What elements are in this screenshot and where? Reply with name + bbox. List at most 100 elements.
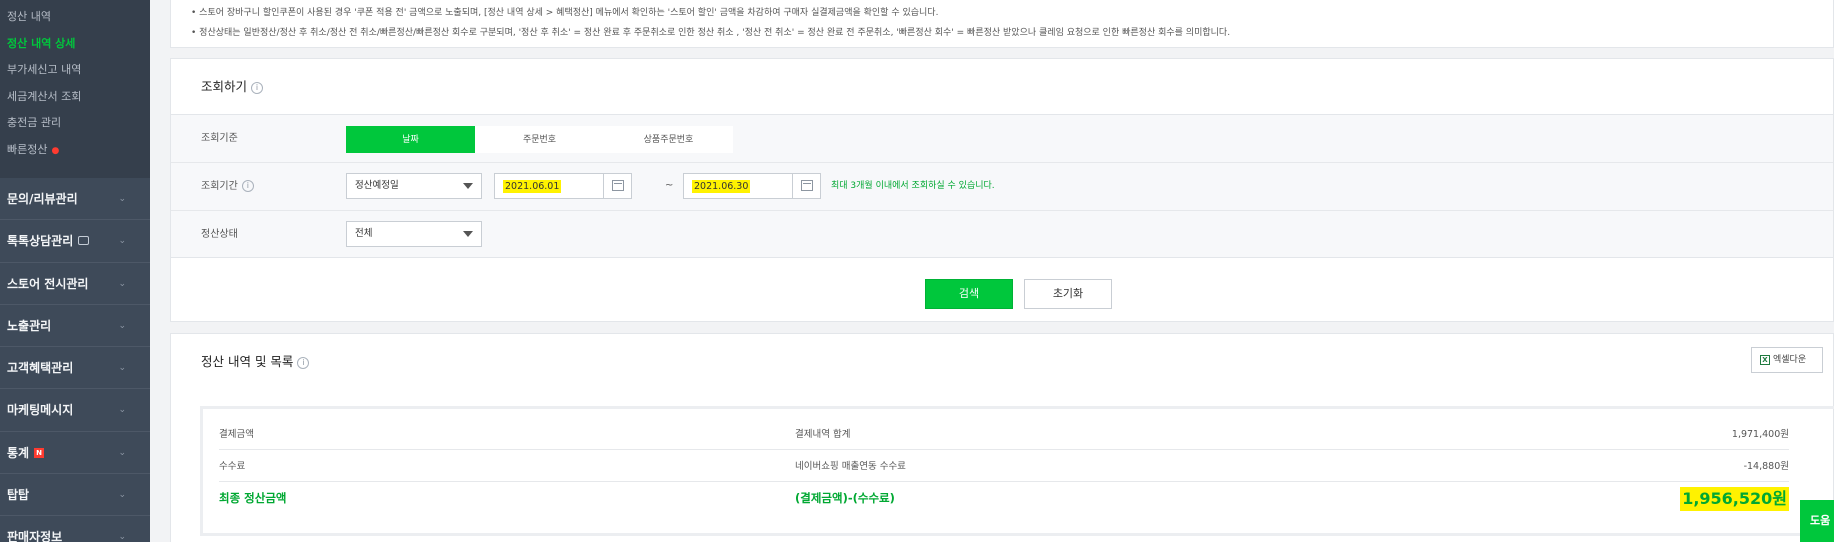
search-panel: 조회하기 i 조회기준 날짜 주문번호 상품주문번호 조회기간 i 정산예정일 20… — [170, 58, 1834, 322]
search-title-text: 조회하기 — [201, 79, 248, 94]
sidebar: 정산 내역 정산 내역 상세 부가세신고 내역 세금계산서 조회 충전금 관리 … — [0, 0, 150, 542]
notice-panel: 스토어 장바구니 할인쿠폰이 사용된 경우 '쿠폰 적용 전' 금액으로 노출되… — [170, 0, 1834, 48]
sidebar-item-label: 마케팅메시지 — [7, 403, 74, 418]
summary-row-fee: 수수료 네이버쇼핑 매출연동 수수료 -14,880원 — [219, 451, 1789, 482]
status-value: 전체 — [355, 228, 373, 239]
chat-icon — [78, 236, 90, 246]
excel-download-label: 엑셀다운 — [1773, 355, 1807, 365]
search-form: 조회기준 날짜 주문번호 상품주문번호 조회기간 i 정산예정일 2021.06.… — [171, 115, 1833, 258]
search-button[interactable]: 검색 — [925, 279, 1013, 309]
criteria-option-date[interactable]: 날짜 — [346, 126, 475, 153]
sidebar-item-exposure[interactable]: 노출관리 ⌄ — [0, 305, 150, 348]
chevron-down-icon: ⌄ — [118, 490, 126, 501]
sidebar-item-label: 톡톡상담관리 — [7, 234, 74, 249]
summary-label: 수수료 — [219, 461, 246, 472]
search-actions: 검색 초기화 — [171, 263, 1833, 323]
chevron-down-icon: ⌄ — [118, 236, 126, 247]
summary-value: 1,971,400원 — [1731, 429, 1789, 440]
sidebar-item-talktalk[interactable]: 톡톡상담관리 ⌄ — [0, 220, 150, 263]
sidebar-item-label: 스토어 전시관리 — [7, 276, 89, 291]
help-button[interactable]: 도움 — [1800, 500, 1834, 542]
chevron-down-icon: ⌄ — [118, 320, 126, 331]
sidebar-item-customer-benefit[interactable]: 고객혜택관리 ⌄ — [0, 347, 150, 390]
summary-desc: 결제내역 합계 — [795, 429, 851, 440]
excel-download-button[interactable]: X 엑셀다운 — [1751, 347, 1823, 373]
sidebar-subitem-label: 세금계산서 조회 — [7, 89, 82, 103]
new-dot-icon: ● — [51, 145, 60, 156]
calendar-icon[interactable] — [792, 174, 820, 198]
results-panel: 정산 내역 및 목록 i X 엑셀다운 결제금액 결제내역 합계 1,971,400… — [170, 333, 1834, 542]
final-amount-value: 1,956,520원 — [1680, 487, 1789, 511]
period-type-value: 정산예정일 — [355, 180, 399, 191]
info-icon[interactable]: i — [251, 81, 264, 94]
reset-button[interactable]: 초기화 — [1024, 279, 1112, 309]
chevron-down-icon: ⌄ — [118, 532, 126, 542]
criteria-row: 조회기준 날짜 주문번호 상품주문번호 — [171, 115, 1833, 163]
criteria-segmented-control: 날짜 주문번호 상품주문번호 — [346, 126, 733, 153]
period-type-select[interactable]: 정산예정일 — [346, 173, 482, 199]
sidebar-item-inquiry[interactable]: 문의/리뷰관리 ⌄ — [0, 178, 150, 221]
info-icon[interactable]: i — [241, 180, 254, 192]
sidebar-item-taptap[interactable]: 탑탑 ⌄ — [0, 474, 150, 517]
sidebar-subitem-settlement[interactable]: 정산 내역 — [0, 4, 150, 31]
final-amount-label: 최종 정산금액 — [219, 491, 287, 505]
sidebar-subitem-quick-settlement[interactable]: 빠른정산 ● — [0, 137, 150, 164]
period-label-text: 조회기간 — [201, 181, 238, 192]
search-title: 조회하기 i — [171, 59, 1833, 115]
sidebar-item-seller-info[interactable]: 판매자정보 ⌄ — [0, 516, 150, 542]
date-range-separator: ~ — [665, 180, 674, 191]
sidebar-item-label: 통계 — [7, 445, 30, 460]
chevron-down-icon: ⌄ — [118, 447, 126, 458]
start-date-input[interactable]: 2021.06.01 — [494, 173, 632, 199]
criteria-option-product-order-number[interactable]: 상품주문번호 — [604, 126, 733, 153]
summary-desc: 네이버쇼핑 매출연동 수수료 — [795, 461, 906, 472]
chevron-down-icon — [463, 231, 473, 237]
sidebar-item-statistics[interactable]: 통계 N ⌄ — [0, 432, 150, 475]
end-date-value: 2021.06.30 — [692, 180, 751, 193]
summary-row-payment: 결제금액 결제내역 합계 1,971,400원 — [219, 419, 1789, 450]
sidebar-item-label: 문의/리뷰관리 — [7, 192, 78, 206]
sidebar-subitem-charge[interactable]: 충전금 관리 — [0, 110, 150, 137]
chevron-down-icon — [463, 183, 473, 189]
excel-icon: X — [1760, 354, 1770, 365]
summary-label: 결제금액 — [219, 429, 254, 440]
status-select[interactable]: 전체 — [346, 221, 482, 247]
sidebar-item-label: 탑탑 — [7, 488, 30, 503]
notice-line: 정산상태는 일반정산/정산 후 취소/정산 전 취소/빠른정산/빠른정산 회수로… — [191, 23, 1813, 43]
sidebar-subitem-label: 부가세신고 내역 — [7, 63, 82, 76]
period-hint: 최대 3개월 이내에서 조회하실 수 있습니다. — [831, 181, 995, 191]
chevron-down-icon: ⌄ — [118, 363, 126, 374]
sidebar-subitem-tax-invoice[interactable]: 세금계산서 조회 — [0, 84, 150, 111]
chevron-down-icon: ⌄ — [118, 405, 126, 416]
criteria-option-order-number[interactable]: 주문번호 — [475, 126, 604, 153]
results-title-text: 정산 내역 및 목록 — [201, 354, 294, 369]
summary-value: -14,880원 — [1743, 461, 1789, 472]
status-row: 정산상태 전체 — [171, 211, 1833, 259]
sidebar-item-label: 고객혜택관리 — [7, 361, 74, 376]
period-label: 조회기간 i — [201, 163, 254, 211]
criteria-label: 조회기준 — [201, 133, 238, 144]
info-icon[interactable]: i — [297, 356, 310, 369]
period-row: 조회기간 i 정산예정일 2021.06.01 ~ 2021.06.30 최대 3… — [171, 163, 1833, 211]
sidebar-subitem-settlement-detail[interactable]: 정산 내역 상세 — [0, 31, 150, 58]
calendar-icon[interactable] — [603, 174, 631, 198]
chevron-down-icon: ⌄ — [118, 278, 126, 289]
sidebar-item-store-display[interactable]: 스토어 전시관리 ⌄ — [0, 263, 150, 305]
sidebar-item-marketing-message[interactable]: 마케팅메시지 ⌄ — [0, 389, 150, 432]
start-date-value: 2021.06.01 — [503, 180, 562, 193]
settlement-submenu: 정산 내역 정산 내역 상세 부가세신고 내역 세금계산서 조회 충전금 관리 … — [0, 0, 150, 178]
chevron-down-icon: ⌄ — [118, 194, 126, 204]
new-badge: N — [34, 448, 45, 459]
end-date-input[interactable]: 2021.06.30 — [683, 173, 821, 199]
sidebar-subitem-label: 충전금 관리 — [7, 116, 62, 129]
sidebar-item-label: 노출관리 — [7, 318, 52, 333]
summary-row-final: 최종 정산금액 (결제금액)-(수수료) 1,956,520원 — [219, 483, 1789, 514]
sidebar-subitem-vat-report[interactable]: 부가세신고 내역 — [0, 57, 150, 84]
settlement-summary: 결제금액 결제내역 합계 1,971,400원 수수료 네이버쇼핑 매출연동 수… — [200, 406, 1834, 536]
main-content: 스토어 장바구니 할인쿠폰이 사용된 경우 '쿠폰 적용 전' 금액으로 노출되… — [170, 0, 1834, 542]
notice-line: 스토어 장바구니 할인쿠폰이 사용된 경우 '쿠폰 적용 전' 금액으로 노출되… — [191, 3, 1813, 23]
sidebar-subitem-label: 정산 내역 상세 — [7, 36, 76, 50]
final-amount-formula: (결제금액)-(수수료) — [795, 491, 895, 505]
status-label: 정산상태 — [201, 229, 238, 240]
sidebar-subitem-label: 정산 내역 — [7, 10, 51, 23]
